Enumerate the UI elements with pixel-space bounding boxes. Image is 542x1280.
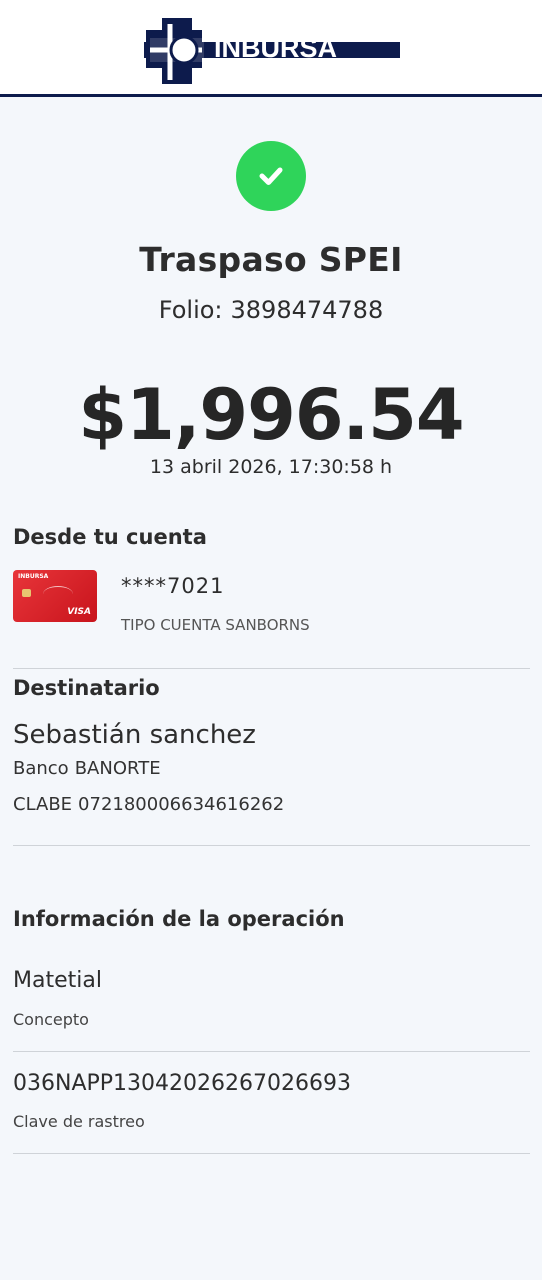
bank-label: Banco: [13, 758, 69, 779]
card-chip: [22, 589, 31, 597]
tracking-key-label: Clave de rastreo: [13, 1112, 145, 1131]
tracking-key-value: 036NAPP13042026267026693: [13, 1071, 351, 1096]
divider: [13, 1051, 530, 1052]
transfer-datetime: 13 abril 2026, 17:30:58 h: [149, 456, 393, 478]
folio-number: 3898474788: [230, 296, 384, 324]
account-type: TIPO CUENTA SANBORNS: [121, 616, 310, 634]
recipient-bank: Banco BANORTE: [13, 758, 161, 779]
operation-info-title: Información de la operación: [13, 907, 345, 931]
divider: [13, 845, 530, 846]
svg-text:INBURSA: INBURSA: [214, 33, 337, 63]
inbursa-logo: INBURSA: [144, 18, 400, 84]
from-account-title: Desde tu cuenta: [13, 525, 207, 549]
app-header: INBURSA: [0, 0, 542, 97]
account-number: ****7021: [121, 574, 225, 598]
card-network: VISA: [67, 607, 91, 617]
card-decoration: [43, 586, 73, 602]
card-brand: INBURSA: [18, 573, 49, 580]
success-check-icon: [236, 141, 306, 211]
clabe-label: CLABE: [13, 794, 73, 815]
concept-label: Concepto: [13, 1010, 89, 1029]
recipient-name: Sebastián sanchez: [13, 720, 256, 750]
recipient-title: Destinatario: [13, 676, 160, 700]
divider: [13, 668, 530, 669]
transfer-title: Traspaso SPEI: [139, 240, 403, 279]
recipient-clabe: CLABE 072180006634616262: [13, 794, 284, 815]
folio-line: Folio: 3898474788: [0, 296, 542, 324]
transfer-amount: $1,996.54: [78, 374, 464, 456]
credit-card-icon: INBURSA VISA: [13, 570, 97, 622]
clabe-number: 072180006634616262: [78, 794, 285, 815]
bank-name: BANORTE: [74, 758, 161, 779]
concept-value: Matetial: [13, 968, 102, 993]
divider: [13, 1153, 530, 1154]
folio-label: Folio:: [158, 296, 223, 324]
